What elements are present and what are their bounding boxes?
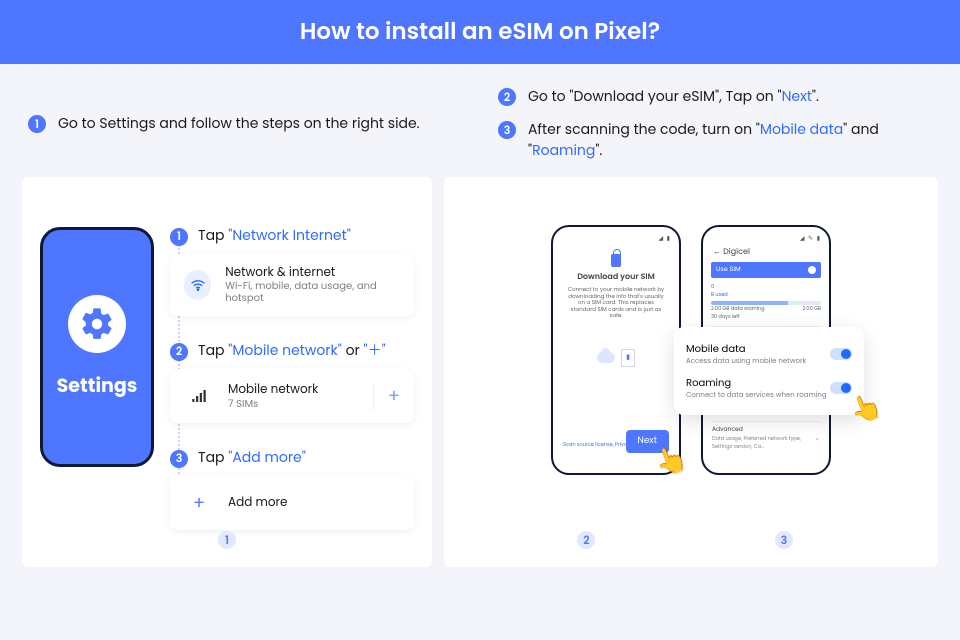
data-usage-gauge: 0 B used 2.00 GB data warning 2.00 GB 30 …	[711, 283, 821, 321]
wifi-icon	[184, 270, 211, 300]
text-fragment: Go to "Download your eSIM", Tap on "	[528, 86, 782, 106]
mobile-data-label: Mobile data	[686, 341, 806, 357]
status-bar-icons: ◢ ✎ ▮	[800, 235, 821, 244]
settings-label: Settings	[57, 371, 138, 400]
use-sim-toggle[interactable]: Use SIM	[711, 262, 821, 278]
page-header: How to install an eSIM on Pixel?	[0, 0, 960, 64]
advanced-row[interactable]: AdvancedData usage, Preferred network ty…	[711, 421, 821, 455]
highlight: "Network Internet"	[228, 225, 351, 245]
step-number-badge: 3	[498, 121, 516, 139]
panel-badge-1: 1	[218, 531, 236, 549]
cloud-sim-illustration: ▮	[597, 349, 635, 367]
cloud-icon	[597, 352, 615, 363]
plus-icon[interactable]: +	[373, 383, 400, 410]
highlight-plus: "＋"	[364, 340, 386, 360]
mobile-data-sub: Access data using mobile network	[686, 357, 806, 367]
gauge-label: B used	[711, 291, 821, 299]
step-number-badge: 2	[170, 343, 188, 361]
roaming-sub: Connect to data services when roaming	[686, 391, 827, 401]
highlight-next: Next	[782, 86, 812, 106]
carrier-title: ← Digicel	[713, 246, 750, 258]
intro-step-1-text: Go to Settings and follow the steps on t…	[58, 113, 420, 134]
gauge-warn: 2.00 GB data warning	[711, 305, 764, 313]
left-step-2: 2 Tap "Mobile network" or "＋" Mobile net…	[170, 340, 414, 423]
card-sub: Wi-Fi, mobile, data usage, and hotspot	[225, 280, 400, 304]
highlight: "Add more"	[228, 447, 306, 467]
step-number-badge: 1	[28, 115, 46, 133]
left-step-1-header: 1 Tap "Network Internet"	[170, 225, 414, 246]
step-text: Tap "Network Internet"	[198, 225, 351, 246]
sim-card-icon: ▮	[621, 349, 635, 367]
gauge-right: 2.00 GB	[803, 305, 822, 313]
intro-step-1: 1 Go to Settings and follow the steps on…	[28, 113, 462, 134]
roaming-row[interactable]: Roaming Connect to data services when ro…	[686, 371, 852, 405]
status-bar-icons: ◢ ▮	[658, 235, 671, 244]
panel-step-2-3: ◢ ▮ Download your SIM Connect to your mo…	[444, 177, 938, 567]
gear-icon-wrap	[68, 295, 126, 353]
intro-section: 1 Go to Settings and follow the steps on…	[0, 64, 960, 167]
row-title: Advanced	[712, 426, 814, 435]
download-sim-sub: Connect to your mobile network by downlo…	[561, 286, 671, 319]
phone-2-wrap: ◢ ▮ Download your SIM Connect to your mo…	[551, 225, 681, 475]
row-sub: Data usage, Preferred network type, Sett…	[712, 435, 814, 451]
text-fragment: or	[342, 340, 364, 360]
toggle-switch-icon[interactable]	[830, 382, 852, 394]
text-fragment: ".	[812, 86, 819, 106]
panel-step-1: Settings 1 Tap "Network Internet" Networ…	[22, 177, 432, 567]
text-fragment: ".	[595, 140, 602, 160]
lock-icon	[611, 254, 621, 267]
panels-row: Settings 1 Tap "Network Internet" Networ…	[0, 167, 960, 567]
step-text: Tap "Mobile network" or "＋"	[198, 340, 386, 361]
mobile-network-card[interactable]: Mobile network 7 SIMs +	[170, 369, 414, 423]
step-number-badge: 3	[170, 450, 188, 468]
network-internet-card[interactable]: Network & internet Wi-Fi, mobile, data u…	[170, 254, 414, 316]
intro-left: 1 Go to Settings and follow the steps on…	[28, 86, 462, 161]
highlight: "Mobile network"	[228, 340, 342, 360]
step-number-badge: 1	[170, 228, 188, 246]
panel-badge-3: 3	[775, 531, 793, 549]
text-fragment: Tap	[198, 447, 228, 467]
phone-mock-settings: Settings	[40, 227, 154, 467]
toggle-on-icon	[808, 266, 816, 274]
left-step-3: 3 Tap "Add more" + Add more	[170, 447, 414, 530]
use-sim-label: Use SIM	[716, 265, 741, 275]
plus-icon: +	[184, 488, 214, 518]
text-fragment: Tap	[198, 225, 228, 245]
highlight-mobile-data: Mobile data	[760, 119, 843, 139]
chevron-down-icon: ⌄	[814, 434, 820, 444]
intro-step-3-text: After scanning the code, turn on "Mobile…	[528, 119, 932, 161]
intro-right: 2 Go to "Download your eSIM", Tap on "Ne…	[498, 86, 932, 161]
page-title: How to install an eSIM on Pixel?	[300, 15, 660, 49]
gear-icon	[79, 306, 115, 342]
card-title: Add more	[228, 496, 287, 510]
highlight-roaming: Roaming	[532, 140, 595, 160]
card-text: Mobile network 7 SIMs	[228, 383, 318, 409]
carrier-name: Digicel	[723, 246, 750, 257]
card-text: Network & internet Wi-Fi, mobile, data u…	[225, 266, 400, 304]
gauge-days: 30 days left	[711, 313, 740, 321]
download-sim-title: Download your SIM	[577, 271, 655, 283]
left-step-1: 1 Tap "Network Internet" Network & inter…	[170, 225, 414, 316]
toggle-switch-icon[interactable]	[830, 348, 852, 360]
signal-icon	[184, 381, 214, 411]
gauge-left: 0	[711, 283, 714, 291]
text-fragment: After scanning the code, turn on "	[528, 119, 760, 139]
roaming-label: Roaming	[686, 375, 827, 391]
card-sub: 7 SIMs	[228, 398, 318, 410]
intro-step-2: 2 Go to "Download your eSIM", Tap on "Ne…	[498, 86, 932, 107]
card-text: Add more	[228, 496, 287, 510]
step-number-badge: 2	[498, 88, 516, 106]
mobile-data-row[interactable]: Mobile data Access data using mobile net…	[686, 337, 852, 371]
left-step-3-header: 3 Tap "Add more"	[170, 447, 414, 468]
left-step-2-header: 2 Tap "Mobile network" or "＋"	[170, 340, 414, 361]
overlay-toggles-card: Mobile data Access data using mobile net…	[674, 327, 864, 415]
text-fragment: Tap	[198, 340, 228, 360]
add-more-card[interactable]: + Add more	[170, 476, 414, 530]
phone-mock-download-sim: ◢ ▮ Download your SIM Connect to your mo…	[551, 225, 681, 475]
intro-step-3: 3 After scanning the code, turn on "Mobi…	[498, 119, 932, 161]
intro-step-2-text: Go to "Download your eSIM", Tap on "Next…	[528, 86, 819, 107]
step-text: Tap "Add more"	[198, 447, 306, 468]
left-steps-column: 1 Tap "Network Internet" Network & inter…	[170, 225, 414, 549]
